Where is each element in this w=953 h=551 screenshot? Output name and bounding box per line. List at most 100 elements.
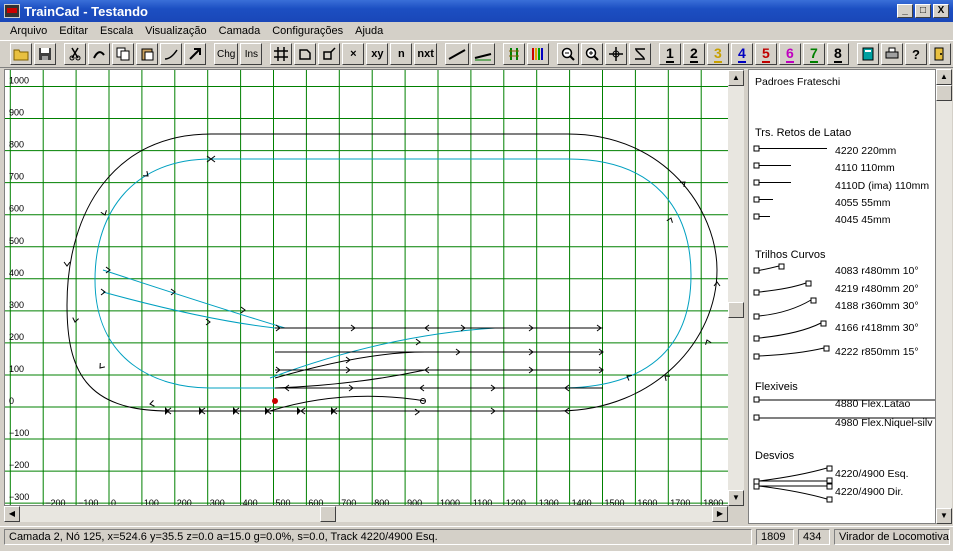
y-tick-label: 600 bbox=[9, 204, 24, 214]
y-tick-label: 0 bbox=[9, 396, 14, 406]
parts-library-panel[interactable]: Padroes Frateschi Trs. Retos de Latao 42… bbox=[748, 69, 936, 524]
shape-button[interactable] bbox=[294, 43, 317, 65]
horizontal-scroll-thumb[interactable] bbox=[320, 506, 336, 522]
change-button[interactable]: Chg bbox=[214, 43, 239, 65]
slope-up-button[interactable] bbox=[444, 43, 469, 65]
layer-6-button[interactable]: 6 bbox=[778, 43, 801, 65]
x-tick-label: 400 bbox=[243, 498, 258, 506]
x-tick-label: 1200 bbox=[506, 498, 526, 506]
layer-8-button[interactable]: 8 bbox=[826, 43, 849, 65]
menu-arquivo[interactable]: Arquivo bbox=[4, 25, 53, 37]
zoom-in-icon bbox=[585, 47, 599, 61]
turnout-icon bbox=[753, 465, 833, 503]
close-button[interactable]: X bbox=[933, 4, 949, 18]
scissors-icon bbox=[69, 47, 81, 61]
scroll-down-arrow-icon[interactable]: ▼ bbox=[728, 490, 744, 506]
x-tick-label: 1300 bbox=[539, 498, 559, 506]
save-button[interactable] bbox=[34, 43, 56, 65]
grid-button[interactable] bbox=[270, 43, 293, 65]
grid-icon bbox=[274, 47, 289, 61]
vertical-scroll-thumb[interactable] bbox=[728, 302, 744, 318]
delete-node-button[interactable]: × bbox=[342, 43, 365, 65]
x-tick-label: 600 bbox=[308, 498, 323, 506]
calculator-icon bbox=[862, 47, 874, 61]
pan-button[interactable] bbox=[604, 43, 627, 65]
menu-camada[interactable]: Camada bbox=[213, 25, 267, 37]
curve-tool-icon bbox=[164, 49, 178, 60]
direction-arrow bbox=[265, 407, 269, 415]
nxt-button[interactable]: nxt bbox=[414, 43, 437, 65]
tracks-button[interactable] bbox=[502, 43, 525, 65]
selected-node bbox=[272, 398, 278, 404]
help-button[interactable]: ? bbox=[904, 43, 927, 65]
y-tick-label: 1000 bbox=[9, 76, 29, 86]
paste-button[interactable] bbox=[136, 43, 158, 65]
layer-2-label: 2 bbox=[689, 44, 698, 63]
zoom-in-button[interactable] bbox=[580, 43, 603, 65]
status-bar: Camada 2, Nó 125, x=524.6 y=35.5 z=0.0 a… bbox=[0, 526, 953, 546]
insert-button[interactable]: Ins bbox=[240, 43, 263, 65]
menu-ajuda[interactable]: Ajuda bbox=[349, 25, 389, 37]
open-folder-button[interactable] bbox=[10, 43, 32, 65]
siding-track bbox=[102, 291, 276, 329]
copy-button[interactable] bbox=[112, 43, 134, 65]
fit-button[interactable] bbox=[628, 43, 651, 65]
y-tick-label: 900 bbox=[9, 108, 24, 118]
layer-7-label: 7 bbox=[809, 44, 818, 63]
menu-configuracoes[interactable]: Configurações bbox=[266, 25, 349, 37]
exit-button[interactable] bbox=[928, 43, 951, 65]
panel-scroll-thumb[interactable] bbox=[936, 85, 952, 101]
panel-scroll-down-arrow-icon[interactable]: ▼ bbox=[936, 508, 952, 524]
cut-button[interactable] bbox=[64, 43, 86, 65]
y-tick-label: 100 bbox=[9, 364, 24, 374]
svg-text:?: ? bbox=[912, 47, 920, 61]
layer-4-button[interactable]: 4 bbox=[730, 43, 753, 65]
menu-editar[interactable]: Editar bbox=[53, 25, 94, 37]
calculator-button[interactable] bbox=[856, 43, 879, 65]
arrow-tool-button[interactable] bbox=[184, 43, 206, 65]
canvas-vertical-scrollbar[interactable]: ▲ ▼ bbox=[728, 70, 744, 506]
layer-3-button[interactable]: 3 bbox=[706, 43, 729, 65]
track-plan[interactable]: 10009008007006005004003002001000−100−200… bbox=[5, 70, 744, 506]
x-tick-label: 1700 bbox=[670, 498, 690, 506]
minimize-button[interactable]: _ bbox=[897, 4, 913, 18]
colors-button[interactable] bbox=[526, 43, 549, 65]
y-tick-label: −200 bbox=[9, 460, 29, 470]
y-tick-label: −100 bbox=[9, 428, 29, 438]
curved-track-icon bbox=[753, 263, 830, 360]
slope-flat-button[interactable] bbox=[470, 43, 495, 65]
x-tick-label: 500 bbox=[276, 498, 291, 506]
layer-2-button[interactable]: 2 bbox=[682, 43, 705, 65]
train-app-icon bbox=[4, 4, 20, 18]
layer-5-button[interactable]: 5 bbox=[754, 43, 777, 65]
scroll-right-arrow-icon[interactable]: ▶ bbox=[712, 506, 728, 522]
layer-5-label: 5 bbox=[761, 44, 770, 63]
maximize-button[interactable]: □ bbox=[915, 4, 931, 18]
menu-visualizacao[interactable]: Visualização bbox=[139, 25, 213, 37]
zoom-out-button[interactable] bbox=[556, 43, 579, 65]
direction-arrow bbox=[72, 317, 79, 323]
canvas-horizontal-scrollbar[interactable]: ◀ ▶ bbox=[4, 506, 728, 522]
y-tick-label: 200 bbox=[9, 332, 24, 342]
n-button[interactable]: n bbox=[390, 43, 413, 65]
redraw-button[interactable] bbox=[88, 43, 110, 65]
node-button[interactable] bbox=[318, 43, 341, 65]
print-button[interactable] bbox=[880, 43, 903, 65]
track-layout[interactable] bbox=[63, 133, 721, 416]
curve-tool-button[interactable] bbox=[160, 43, 182, 65]
layer-6-label: 6 bbox=[785, 44, 794, 63]
direction-arrow bbox=[233, 407, 237, 415]
grid-lines bbox=[5, 70, 743, 505]
layer-7-button[interactable]: 7 bbox=[802, 43, 825, 65]
drawing-canvas[interactable]: 1000 900 800 700 600 500 400 300 200 100 0 −100 −200… bbox=[4, 69, 744, 506]
yard-lead-track bbox=[269, 395, 426, 412]
layer-1-button[interactable]: 1 bbox=[658, 43, 681, 65]
tracks-icon bbox=[508, 48, 519, 60]
y-tick-label: 300 bbox=[9, 300, 24, 310]
xy-button[interactable]: xy bbox=[366, 43, 389, 65]
scroll-up-arrow-icon[interactable]: ▲ bbox=[728, 70, 744, 86]
panel-vertical-scrollbar[interactable]: ▲ ▼ bbox=[936, 69, 952, 524]
panel-scroll-up-arrow-icon[interactable]: ▲ bbox=[936, 69, 952, 85]
scroll-left-arrow-icon[interactable]: ◀ bbox=[4, 506, 20, 522]
menu-escala[interactable]: Escala bbox=[94, 25, 139, 37]
